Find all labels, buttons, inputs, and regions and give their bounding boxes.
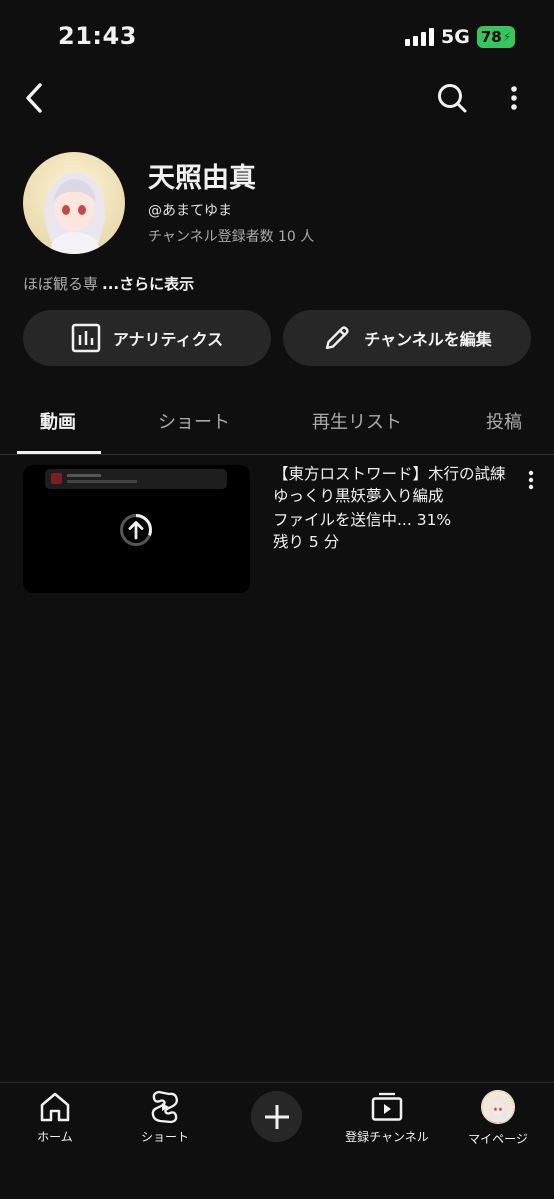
- analytics-button[interactable]: アナリティクス: [23, 310, 271, 366]
- show-more-link[interactable]: ...さらに表示: [102, 275, 194, 293]
- nav-subscriptions[interactable]: 登録チャンネル: [337, 1090, 437, 1145]
- avatar: [481, 1090, 515, 1124]
- network-type: 5G: [441, 26, 470, 48]
- tab-playlists[interactable]: 再生リスト: [312, 408, 402, 434]
- plus-icon: [264, 1104, 289, 1129]
- more-vert-icon: [511, 86, 517, 110]
- chevron-left-icon: [26, 83, 42, 113]
- channel-avatar[interactable]: [23, 152, 125, 254]
- search-icon: [438, 84, 467, 113]
- preview-line: [67, 474, 101, 477]
- subscriber-count: チャンネル登録者数 10 人: [148, 229, 315, 245]
- battery-indicator: 78 ⚡: [477, 26, 515, 48]
- nav-you-label: マイページ: [468, 1132, 528, 1146]
- edit-channel-button[interactable]: チャンネルを編集: [283, 310, 531, 366]
- cellular-signal-icon: [405, 28, 434, 46]
- charging-icon: ⚡: [502, 30, 512, 44]
- pencil-icon: [326, 326, 349, 350]
- back-button[interactable]: [18, 80, 50, 116]
- channel-handle: @あまてゆま: [148, 203, 232, 219]
- bottom-nav-divider: [0, 1082, 554, 1083]
- upload-time-left: 残り 5 分: [273, 533, 340, 551]
- tab-shorts[interactable]: ショート: [158, 408, 230, 434]
- tabs-divider: [0, 454, 554, 455]
- edit-channel-label: チャンネルを編集: [364, 330, 492, 349]
- channel-name: 天照由真: [148, 163, 256, 194]
- thumbnail-notification-preview: [45, 469, 227, 489]
- app-icon: [51, 473, 62, 484]
- video-thumbnail[interactable]: [23, 465, 250, 593]
- description-text: ほぼ観る専: [23, 275, 99, 293]
- search-button[interactable]: [434, 80, 470, 116]
- nav-you[interactable]: マイページ: [448, 1090, 548, 1147]
- upload-status: ファイルを送信中... 31%: [273, 511, 452, 529]
- status-time: 21:43: [58, 22, 137, 50]
- video-title[interactable]: 【東方ロストワード】木行の試練ゆっくり黒妖夢入り編成: [273, 463, 508, 507]
- analytics-icon: [71, 323, 101, 353]
- more-options-button[interactable]: [502, 82, 526, 114]
- video-more-button[interactable]: [522, 468, 540, 492]
- nav-home[interactable]: ホーム: [5, 1090, 105, 1145]
- channel-description[interactable]: ほぼ観る専 ...さらに表示: [23, 273, 194, 294]
- more-vert-icon: [528, 470, 534, 490]
- shorts-icon: [151, 1090, 178, 1124]
- upload-progress-icon: [120, 514, 152, 546]
- nav-shorts[interactable]: ショート: [115, 1090, 215, 1145]
- analytics-label: アナリティクス: [112, 330, 224, 349]
- subscriptions-icon: [371, 1092, 403, 1121]
- tab-videos[interactable]: 動画: [40, 408, 76, 434]
- tab-posts[interactable]: 投稿: [486, 408, 522, 434]
- create-button[interactable]: [251, 1091, 302, 1142]
- nav-home-label: ホーム: [37, 1130, 73, 1144]
- home-icon: [40, 1092, 70, 1122]
- nav-subscriptions-label: 登録チャンネル: [345, 1130, 429, 1144]
- nav-shorts-label: ショート: [140, 1130, 189, 1144]
- preview-line: [67, 480, 137, 483]
- battery-level: 78: [480, 28, 502, 46]
